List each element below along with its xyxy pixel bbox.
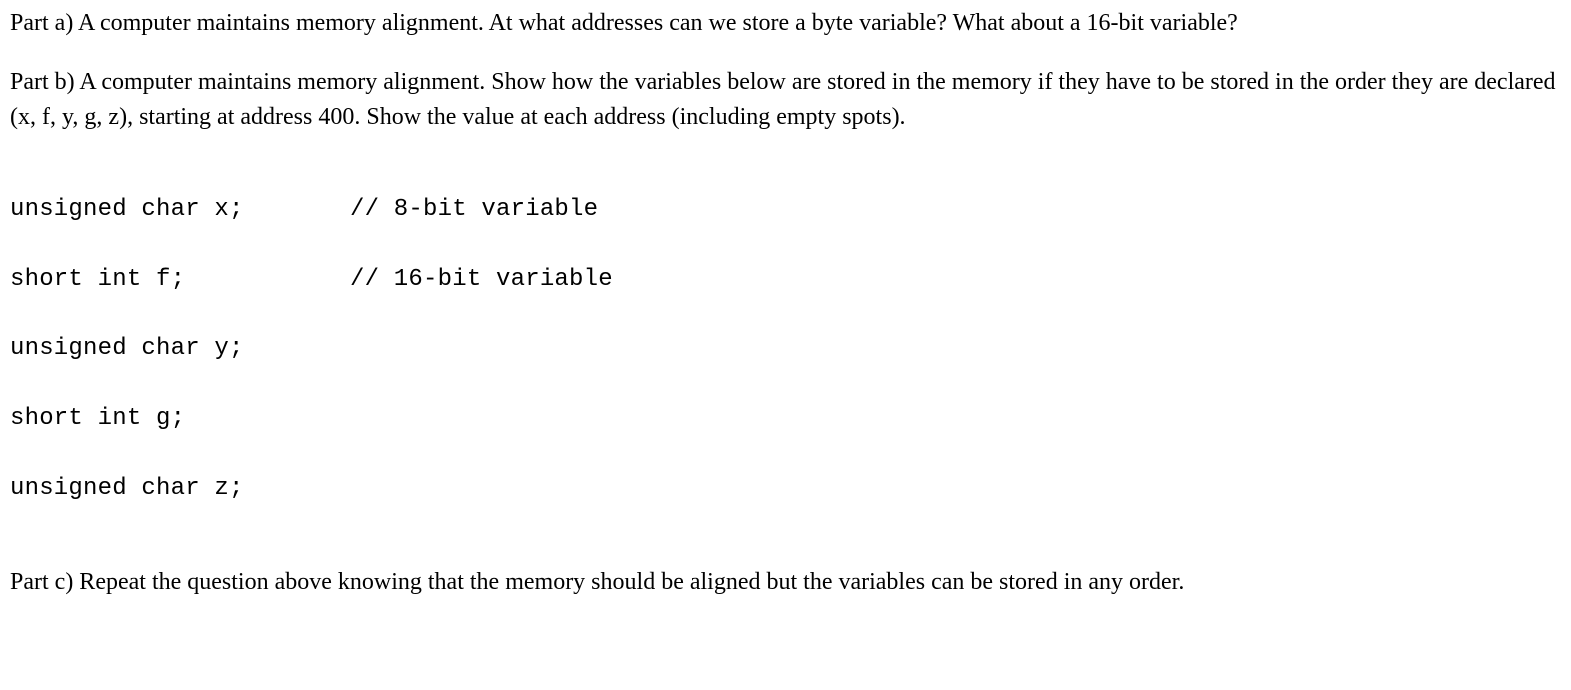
code-line: short int g; bbox=[10, 402, 1561, 437]
code-comment bbox=[350, 332, 1561, 367]
code-declaration: unsigned char y; bbox=[10, 332, 350, 367]
code-declaration: short int g; bbox=[10, 402, 350, 437]
code-block: unsigned char x;// 8-bit variable short … bbox=[10, 158, 1561, 541]
code-line: unsigned char z; bbox=[10, 472, 1561, 507]
code-comment bbox=[350, 402, 1561, 437]
code-line: short int f;// 16-bit variable bbox=[10, 263, 1561, 298]
code-declaration: short int f; bbox=[10, 263, 350, 298]
code-comment: // 8-bit variable bbox=[350, 193, 1561, 228]
code-comment bbox=[350, 472, 1561, 507]
part-b-text: Part b) A computer maintains memory alig… bbox=[10, 65, 1561, 135]
part-a-text: Part a) A computer maintains memory alig… bbox=[10, 6, 1561, 41]
part-c-text: Part c) Repeat the question above knowin… bbox=[10, 565, 1561, 600]
code-comment: // 16-bit variable bbox=[350, 263, 1561, 298]
code-line: unsigned char y; bbox=[10, 332, 1561, 367]
code-declaration: unsigned char x; bbox=[10, 193, 350, 228]
code-line: unsigned char x;// 8-bit variable bbox=[10, 193, 1561, 228]
code-declaration: unsigned char z; bbox=[10, 472, 350, 507]
